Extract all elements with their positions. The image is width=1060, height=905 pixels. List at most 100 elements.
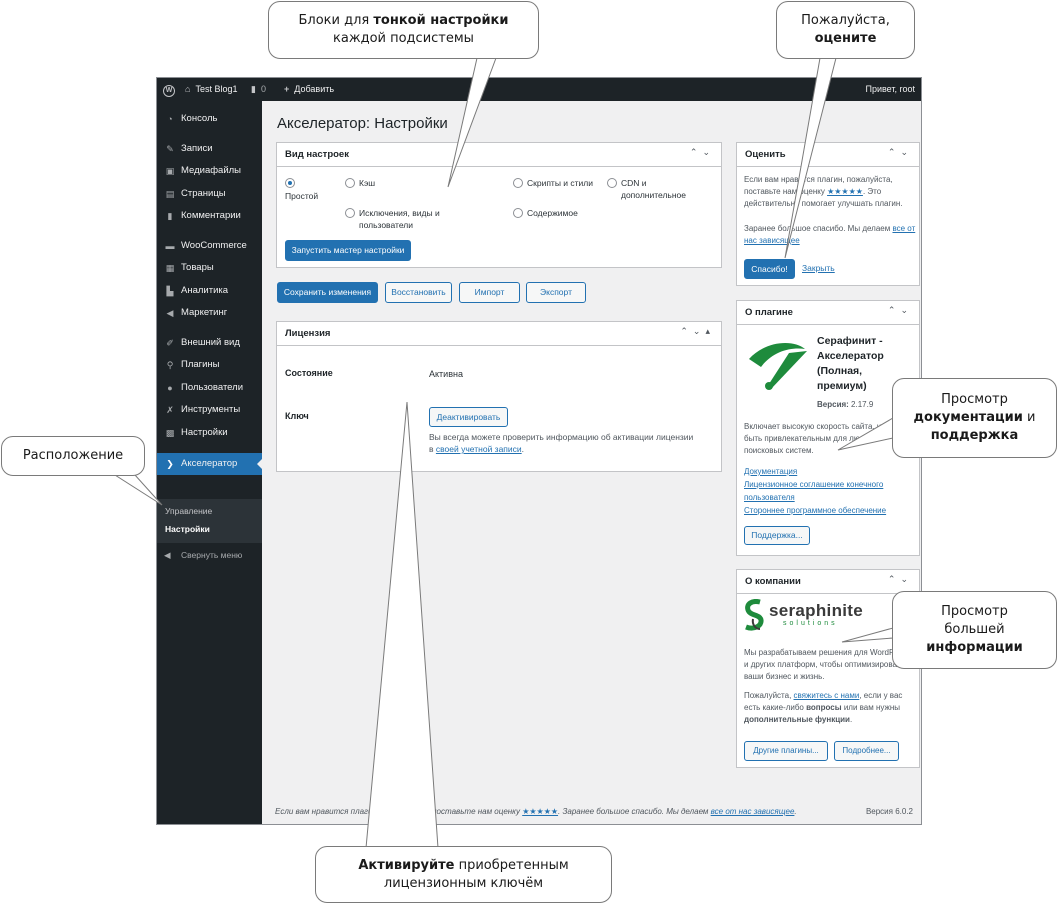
sidebar-item-accelerator[interactable]: ❯ Акселератор xyxy=(157,453,262,475)
sidebar-item-marketing[interactable]: ◀ Маркетинг xyxy=(157,303,262,323)
about-company-header: О компании ⌃⌄ xyxy=(737,570,919,594)
wp-version: Версия 6.0.2 xyxy=(865,807,913,816)
more-info-button[interactable]: Подробнее... xyxy=(834,741,899,761)
accelerator-logo-icon xyxy=(749,343,807,390)
site-name-link[interactable]: ⌂ Test Blog1 xyxy=(185,78,237,101)
callout-location: Расположение xyxy=(1,436,145,476)
eula-link[interactable]: Лицензионное соглашение конечного пользо… xyxy=(744,479,914,504)
wordpress-logo-icon[interactable]: W xyxy=(163,78,177,101)
accelerator-submenu: Управление Настройки xyxy=(157,499,262,543)
box-order-arrows[interactable]: ⌃⌄ xyxy=(888,574,913,585)
sidebar-item-appearance[interactable]: ✐ Внешний вид xyxy=(157,333,262,353)
page-title: Акселератор: Настройки xyxy=(277,115,448,132)
admin-footer: Если вам нравится плагин, пожалуйста, по… xyxy=(275,807,797,816)
export-button[interactable]: Экспорт xyxy=(526,282,586,303)
home-icon: ⌂ xyxy=(185,84,191,94)
deactivate-button[interactable]: Деактивировать xyxy=(429,407,508,427)
company-contact-text: Пожалуйста, свяжитесь с нами, если у вас… xyxy=(744,691,903,724)
documentation-link[interactable]: Документация xyxy=(744,466,797,479)
callout-please-rate: Пожалуйста, оцените xyxy=(776,1,915,59)
save-changes-button[interactable]: Сохранить изменения xyxy=(277,282,378,303)
radio-dot xyxy=(285,178,295,188)
brush-icon: ✐ xyxy=(166,338,174,348)
plugin-version: Версия: 2.17.9 xyxy=(817,400,874,409)
sidebar-item-users[interactable]: ● Пользователи xyxy=(157,378,262,398)
sidebar-item-dashboard[interactable]: ◔ Консоль xyxy=(157,109,262,129)
rate-thanks-text: Заранее большое спасибо. Мы делаем все о… xyxy=(744,224,916,245)
footer-stars-link[interactable]: ★★★★★ xyxy=(522,807,558,816)
rate-stars-link[interactable]: ★★★★★ xyxy=(827,187,863,196)
box-order-arrows[interactable]: ⌃⌄ xyxy=(888,305,913,316)
collapse-arrow-icon: ◀ xyxy=(164,550,171,560)
sidebar-item-pages[interactable]: ▤ Страницы xyxy=(157,184,262,204)
radio-dot xyxy=(513,208,523,218)
woocommerce-icon: ▬ xyxy=(165,241,175,251)
media-icon: ▣ xyxy=(165,166,175,176)
radio-dot xyxy=(345,208,355,218)
callout-activate-license: Активируйте приобретенным лицензионным к… xyxy=(315,846,612,903)
sidebar-item-media[interactable]: ▣ Медиафайлы xyxy=(157,161,262,181)
sidebar-item-posts[interactable]: ✎ Записи xyxy=(157,139,262,159)
support-button[interactable]: Поддержка... xyxy=(744,526,810,545)
thanks-button[interactable]: Спасибо! xyxy=(744,259,795,279)
box-order-arrows[interactable]: ⌃⌄ xyxy=(888,147,913,158)
box-order-arrows[interactable]: ⌃⌄ xyxy=(690,147,715,158)
sidebar-item-settings[interactable]: ▩ Настройки xyxy=(157,423,262,443)
account-link[interactable]: своей учетной записи xyxy=(436,444,522,454)
archive-icon: ▦ xyxy=(165,263,175,273)
admin-bar: W ⌂ Test Blog1 ▮ 0 + Добавить Привет, root xyxy=(157,78,921,101)
comment-bubble-icon: ▮ xyxy=(251,84,256,94)
accelerator-icon: ❯ xyxy=(166,459,174,469)
other-plugins-button[interactable]: Другие плагины... xyxy=(744,741,828,761)
contact-us-link[interactable]: свяжитесь с нами xyxy=(794,691,860,700)
license-box: Лицензия ⌃⌄▴ Состояние Активна Ключ Деак… xyxy=(276,321,722,472)
location-callout-tail xyxy=(113,474,163,506)
callout-fine-tuning-blocks: Блоки для тонкой настройки каждой подсис… xyxy=(268,1,539,59)
comments-link[interactable]: ▮ 0 xyxy=(251,78,266,101)
footer-effort-link[interactable]: все от нас зависящее xyxy=(711,807,795,816)
sidebar-item-woocommerce[interactable]: ▬ WooCommerce xyxy=(157,236,262,256)
sidebar-item-analytics[interactable]: ▙ Аналитика xyxy=(157,281,262,301)
sidebar-item-comments[interactable]: ▮ Комментарии xyxy=(157,206,262,226)
submenu-item-manage[interactable]: Управление xyxy=(165,506,212,516)
megaphone-icon: ◀ xyxy=(166,308,174,318)
seraphinite-s-icon xyxy=(745,599,764,631)
user-icon: ● xyxy=(167,383,173,393)
main-content: Акселератор: Настройки Вид настроек ⌃⌄ П… xyxy=(262,101,921,824)
pin-icon: ✎ xyxy=(166,144,174,154)
plus-icon: + xyxy=(284,84,290,94)
radio-dot xyxy=(607,178,617,188)
submenu-item-settings[interactable]: Настройки xyxy=(165,524,210,534)
sidebar-item-plugins[interactable]: ⚲ Плагины xyxy=(157,355,262,375)
new-content-link[interactable]: + Добавить xyxy=(284,78,334,101)
settings-mode-box: Вид настроек ⌃⌄ Простой Кэш Скрипты и ст… xyxy=(276,142,722,268)
settings-icon: ▩ xyxy=(165,428,175,438)
callout-docs-support: Просмотр документации и поддержка xyxy=(892,378,1057,458)
sidebar-item-tools[interactable]: ✗ Инструменты xyxy=(157,400,262,420)
account-menu[interactable]: Привет, root xyxy=(865,78,915,101)
admin-sidebar: ◔ Консоль ✎ Записи ▣ Медиафайлы ▤ Страницы ▮… xyxy=(157,101,262,824)
callout-more-info: Просмотр большей информации xyxy=(892,591,1057,669)
about-plugin-header: О плагине ⌃⌄ xyxy=(737,301,919,325)
third-party-link[interactable]: Стороннее программное обеспечение xyxy=(744,505,886,518)
radio-dot xyxy=(345,178,355,188)
plugin-description: Включает высокую скорость сайта, чтобы б… xyxy=(744,422,900,455)
comment-icon: ▮ xyxy=(167,211,173,221)
radio-dot xyxy=(513,178,523,188)
chart-icon: ▙ xyxy=(166,286,174,296)
rate-text: Если вам нравится плагин, пожалуйста, по… xyxy=(744,175,903,208)
plugin-icon: ⚲ xyxy=(166,360,174,370)
sidebar-item-products[interactable]: ▦ Товары xyxy=(157,258,262,278)
company-text: Мы разрабатываем решения для WordPress и… xyxy=(744,648,910,681)
page-icon: ▤ xyxy=(165,189,175,199)
settings-mode-header: Вид настроек ⌃⌄ xyxy=(277,143,721,167)
run-wizard-button[interactable]: Запустить мастер настройки xyxy=(285,240,411,261)
import-button[interactable]: Импорт xyxy=(459,282,520,303)
license-state-value: Активна xyxy=(429,369,463,379)
seraphinite-logo: seraphinite solutions xyxy=(743,599,893,635)
rate-box: Оценить ⌃⌄ Если вам нравится плагин, пож… xyxy=(736,142,920,286)
close-rate-link[interactable]: Закрыть xyxy=(802,262,835,275)
restore-button[interactable]: Восстановить xyxy=(385,282,452,303)
box-order-arrows[interactable]: ⌃⌄▴ xyxy=(680,326,715,337)
license-header: Лицензия ⌃⌄▴ xyxy=(277,322,721,346)
